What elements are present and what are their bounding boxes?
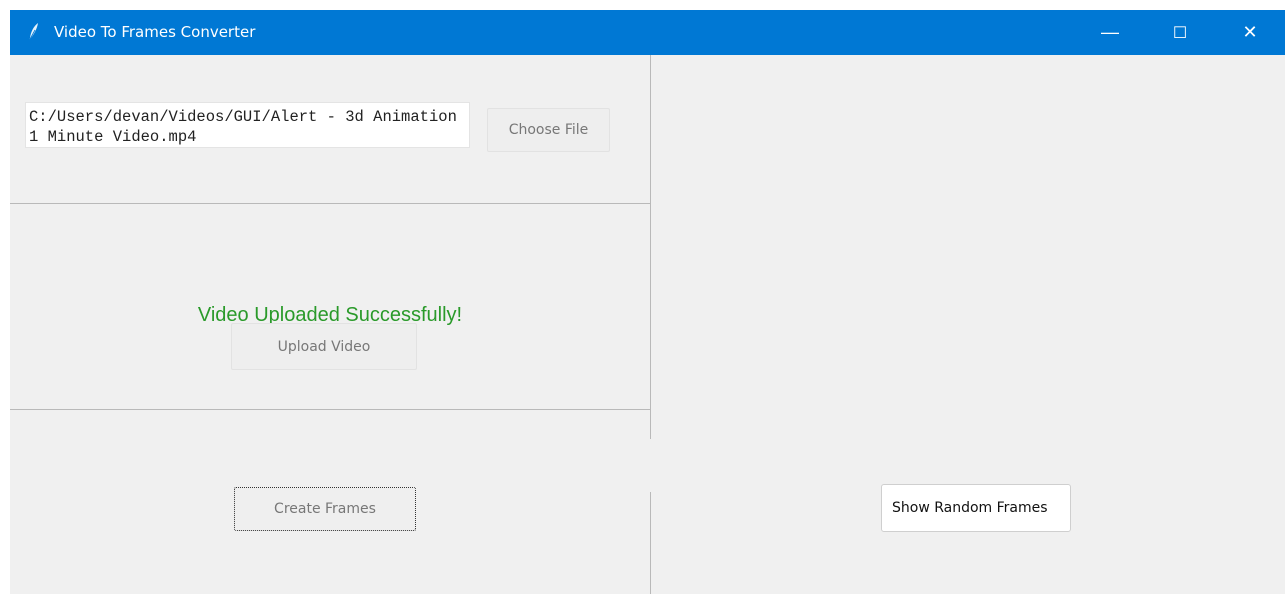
- close-button[interactable]: ✕: [1220, 10, 1280, 55]
- maximize-icon: ☐: [1172, 24, 1188, 42]
- file-path-field[interactable]: C:/Users/devan/Videos/GUI/Alert - 3d Ani…: [25, 102, 470, 148]
- app-window: Video To Frames Converter — ☐ ✕ C:/Users…: [10, 10, 1285, 594]
- feather-icon: [28, 23, 38, 42]
- panel-divider: [650, 55, 651, 439]
- maximize-button[interactable]: ☐: [1150, 10, 1210, 55]
- minimize-icon: —: [1101, 22, 1119, 42]
- close-icon: ✕: [1242, 22, 1258, 42]
- create-frames-button[interactable]: Create Frames: [234, 487, 416, 531]
- upload-video-button[interactable]: Upload Video: [231, 323, 417, 370]
- section-divider: [10, 409, 650, 410]
- show-random-frames-button[interactable]: Show Random Frames: [881, 484, 1071, 532]
- minimize-button[interactable]: —: [1080, 10, 1140, 55]
- panel-divider: [650, 492, 651, 594]
- section-divider: [10, 203, 650, 204]
- choose-file-button[interactable]: Choose File: [487, 108, 610, 152]
- window-title: Video To Frames Converter: [54, 23, 256, 41]
- title-bar[interactable]: Video To Frames Converter — ☐ ✕: [10, 10, 1285, 55]
